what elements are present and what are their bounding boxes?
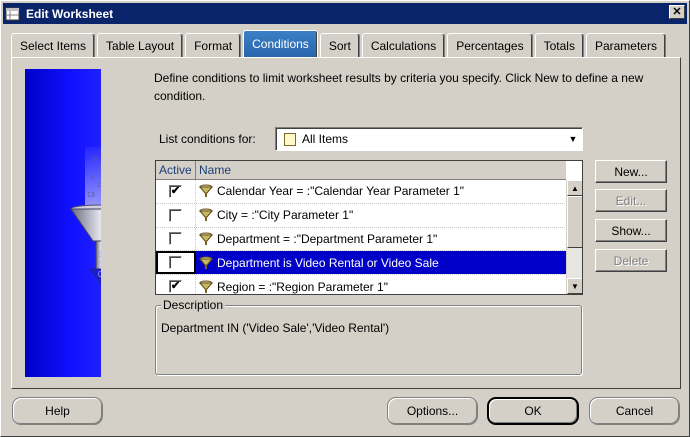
vertical-scrollbar[interactable]: ▲ ▼ xyxy=(566,180,582,294)
window-title: Edit Worksheet xyxy=(26,6,114,21)
description-text: Department IN ('Video Sale','Video Renta… xyxy=(161,321,390,335)
active-cell xyxy=(156,251,196,275)
funnel-digit: 2 xyxy=(97,182,101,189)
show-button-label: Show... xyxy=(611,223,651,238)
list-conditions-label-text: List conditions for: xyxy=(159,132,256,146)
cancel-button-label: Cancel xyxy=(615,404,654,418)
column-header-name[interactable]: Name xyxy=(196,161,566,180)
help-button-label: Help xyxy=(45,404,70,418)
description-group xyxy=(155,305,582,375)
table-row[interactable]: Department is Video Rental or Video Sale xyxy=(156,251,567,276)
filter-icon xyxy=(198,232,214,246)
condition-name: Region = :"Region Parameter 1" xyxy=(217,279,388,294)
scroll-up-button[interactable]: ▲ xyxy=(567,180,582,196)
show-button[interactable]: Show... xyxy=(595,219,667,242)
close-icon: ✕ xyxy=(672,5,682,18)
edit-worksheet-dialog: Edit Worksheet ✕ Select Items Table Layo… xyxy=(0,0,690,437)
tab-sort[interactable]: Sort xyxy=(319,33,360,57)
tab-format[interactable]: Format xyxy=(185,33,242,57)
funnel-digit: 13 xyxy=(87,192,95,199)
intro-text: Define conditions to limit worksheet res… xyxy=(154,71,644,103)
ok-button[interactable]: OK xyxy=(487,397,579,425)
funnel-illustration: 6 % 4 2 13 5 3 0 xyxy=(25,69,101,377)
close-button[interactable]: ✕ xyxy=(669,5,685,19)
active-cell: ✔ xyxy=(156,275,196,294)
conditions-table: Active Name ✔ Calendar Year = :"Calendar … xyxy=(155,160,583,295)
tab-conditions[interactable]: Conditions xyxy=(243,30,318,57)
condition-name-cell: Department is Video Rental or Video Sale xyxy=(196,251,567,275)
chevron-down-icon[interactable]: ▼ xyxy=(564,129,582,149)
condition-name-cell: Calendar Year = :"Calendar Year Paramete… xyxy=(196,180,567,203)
column-header-active[interactable]: Active xyxy=(156,161,196,180)
edit-button[interactable]: Edit... xyxy=(595,189,667,212)
description-legend: Description xyxy=(161,298,226,312)
condition-name: City = :"City Parameter 1" xyxy=(217,208,354,223)
filter-icon xyxy=(198,280,214,294)
active-cell xyxy=(156,203,196,227)
condition-name: Department is Video Rental or Video Sale xyxy=(217,255,439,270)
tab-select-items[interactable]: Select Items xyxy=(11,33,96,57)
tab-parameters[interactable]: Parameters xyxy=(585,33,666,57)
active-cell: ✔ xyxy=(156,180,196,203)
condition-name-cell: Department = :"Department Parameter 1" xyxy=(196,228,567,251)
help-button[interactable]: Help xyxy=(12,397,103,425)
cancel-button[interactable]: Cancel xyxy=(589,397,680,425)
condition-name: Department = :"Department Parameter 1" xyxy=(217,231,438,246)
list-conditions-value: All Items xyxy=(302,132,349,146)
condition-name: Calendar Year = :"Calendar Year Paramete… xyxy=(217,184,465,199)
tab-percentages[interactable]: Percentages xyxy=(447,33,533,57)
condition-name-cell: Region = :"Region Parameter 1" xyxy=(196,275,567,294)
tab-table-layout[interactable]: Table Layout xyxy=(97,33,184,57)
delete-button-label: Delete xyxy=(613,253,649,268)
active-checkbox[interactable]: ✔ xyxy=(169,184,182,198)
funnel-digit: 4 xyxy=(91,174,95,181)
condition-name-cell: City = :"City Parameter 1" xyxy=(196,204,567,227)
filter-icon xyxy=(198,256,214,270)
active-checkbox[interactable]: ✔ xyxy=(169,280,182,294)
folder-icon xyxy=(284,132,296,146)
active-checkbox[interactable] xyxy=(169,232,182,246)
funnel-digit: 6 xyxy=(93,156,97,163)
table-header: Active Name xyxy=(156,161,566,180)
delete-button[interactable]: Delete xyxy=(595,249,667,272)
tab-totals[interactable]: Totals xyxy=(534,33,584,57)
scroll-down-button[interactable]: ▼ xyxy=(567,278,582,294)
filter-icon xyxy=(198,184,214,198)
active-checkbox[interactable] xyxy=(169,256,182,270)
funnel-digit: 3 xyxy=(98,260,101,269)
table-row[interactable]: Department = :"Department Parameter 1" xyxy=(156,227,567,252)
tab-strip: Select Items Table Layout Format Conditi… xyxy=(11,29,668,57)
table-body: ✔ Calendar Year = :"Calendar Year Paramet… xyxy=(156,180,567,294)
ok-button-label: OK xyxy=(524,404,542,418)
active-cell xyxy=(156,227,196,251)
table-row[interactable]: ✔ Region = :"Region Parameter 1" xyxy=(156,275,567,294)
title-bar: Edit Worksheet ✕ xyxy=(3,3,687,24)
tab-calculations[interactable]: Calculations xyxy=(361,33,446,57)
funnel-digit: 5 xyxy=(98,250,101,259)
filter-icon xyxy=(198,208,214,222)
funnel-digit: 0 xyxy=(98,270,101,279)
funnel-digit: % xyxy=(100,165,101,172)
options-button-label: Options... xyxy=(406,404,459,418)
active-checkbox[interactable] xyxy=(169,208,182,222)
edit-button-label: Edit... xyxy=(615,193,647,208)
table-row[interactable]: ✔ Calendar Year = :"Calendar Year Paramet… xyxy=(156,180,567,204)
scroll-thumb[interactable] xyxy=(567,196,582,248)
options-button[interactable]: Options... xyxy=(387,397,478,425)
new-button[interactable]: New... xyxy=(595,160,667,183)
list-conditions-label: List conditions for: xyxy=(159,132,256,146)
list-conditions-dropdown[interactable]: All Items ▼ xyxy=(275,127,583,151)
table-row[interactable]: City = :"City Parameter 1" xyxy=(156,203,567,228)
worksheet-icon xyxy=(5,6,21,22)
new-button-label: New... xyxy=(614,164,648,179)
